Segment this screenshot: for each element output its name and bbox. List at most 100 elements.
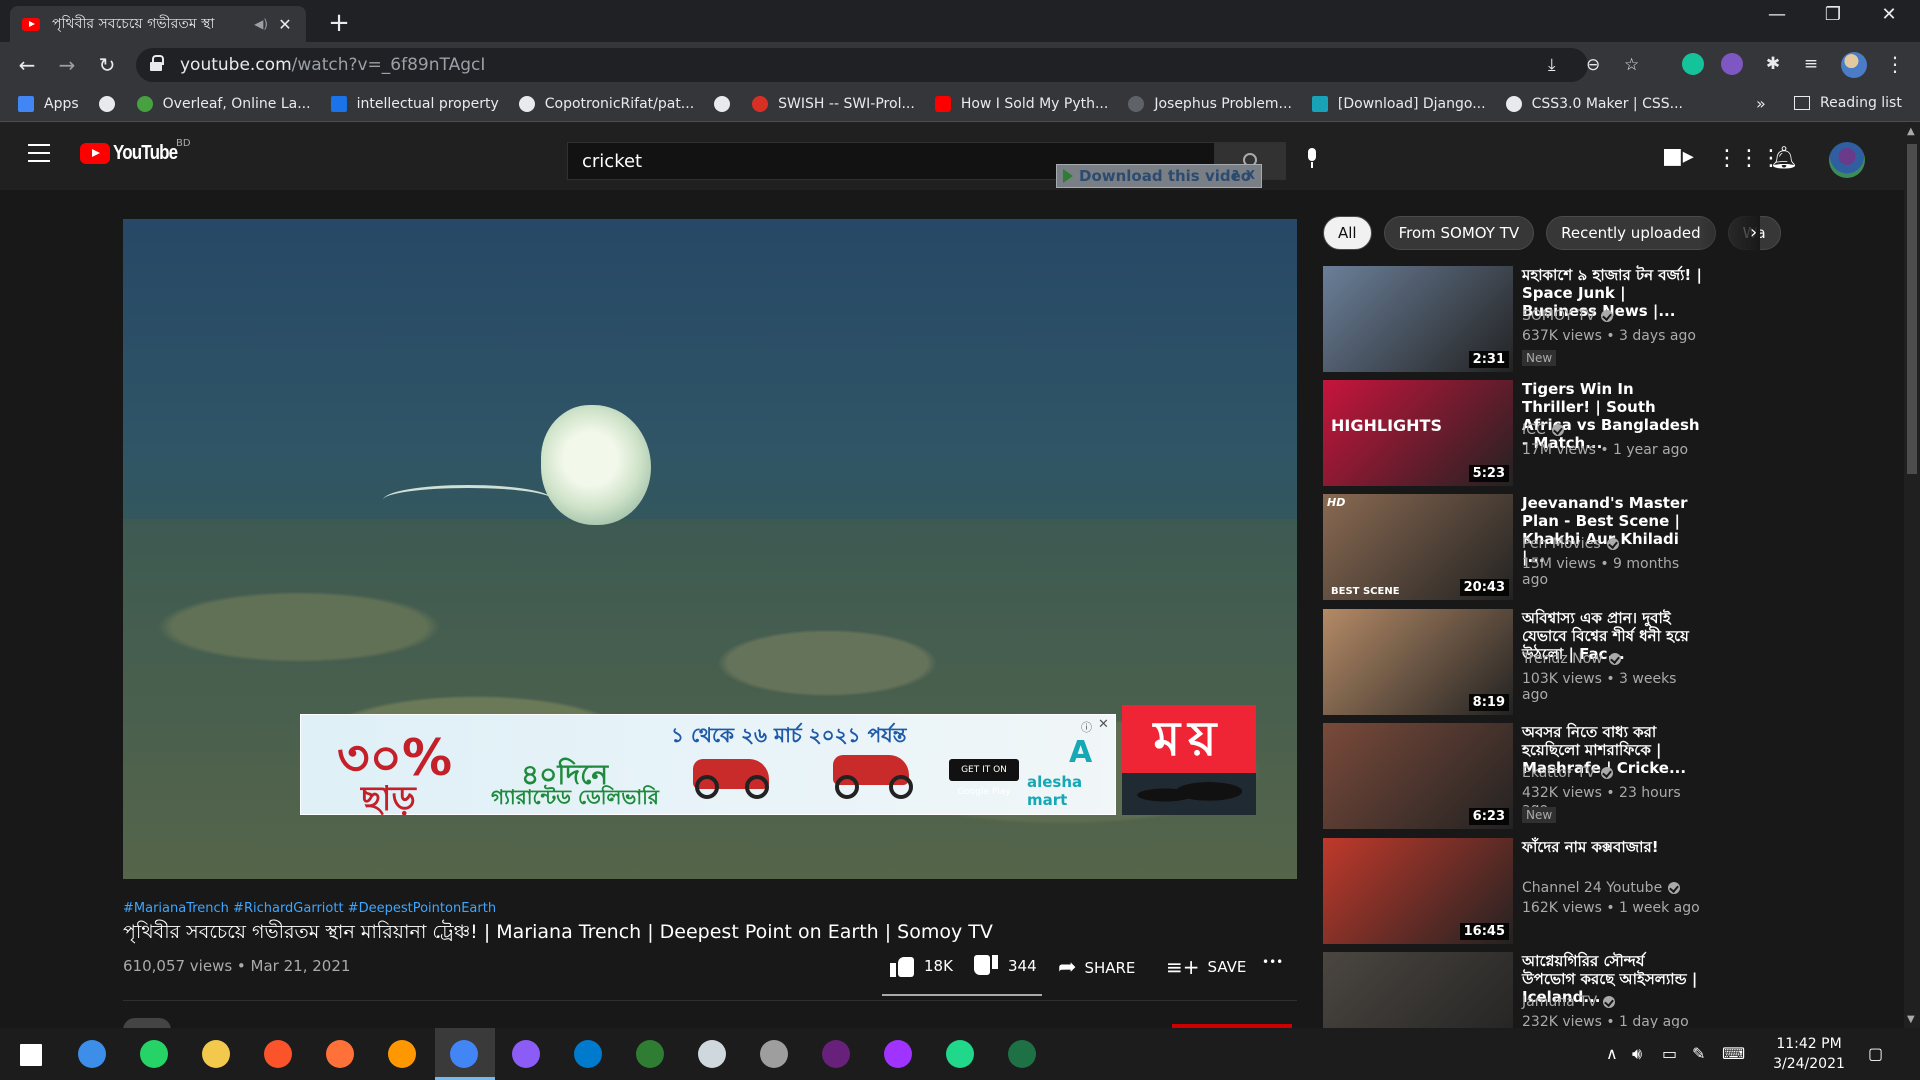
recommendation-item[interactable]: 8:19 অবিশ্বাস্য এক প্রান। দুবাই যেভাবে ব… <box>1323 609 1703 715</box>
bookmark-youtube[interactable]: How I Sold My Pyth... <box>934 96 1108 112</box>
recommendation-thumbnail[interactable]: 16:45 <box>1323 838 1513 944</box>
bookmarks-overflow-button[interactable]: » <box>1756 94 1766 113</box>
zoom-icon[interactable]: ⊖ <box>1586 55 1600 75</box>
recommendation-item[interactable]: 2:31 মহাকাশে ৯ হাজার টন বর্জ্য! | Space … <box>1323 266 1703 372</box>
back-button[interactable]: ← <box>12 50 42 80</box>
chips-next-icon[interactable]: › <box>1750 222 1757 243</box>
scrollbar-thumb[interactable] <box>1907 144 1917 474</box>
recommendation-thumbnail[interactable]: BEST SCENE HD 20:43 <box>1323 494 1513 600</box>
bookmark-apps[interactable]: Apps <box>18 96 79 112</box>
download-close-button[interactable]: X <box>1246 168 1255 182</box>
recommendation-thumbnail[interactable]: 2:31 <box>1323 266 1513 372</box>
media-control-icon[interactable]: ≡ <box>1796 49 1826 79</box>
file-explorer-icon[interactable] <box>202 1040 230 1068</box>
chip-recently-uploaded[interactable]: Recently uploaded <box>1546 216 1716 250</box>
bookmark-globe-1[interactable] <box>98 96 125 112</box>
grammarly-extension-icon[interactable] <box>1682 53 1704 75</box>
recommendation-channel[interactable]: Pen Movies <box>1522 536 1619 552</box>
audio-playing-icon[interactable]: ◀) <box>254 17 268 31</box>
minimize-button[interactable]: — <box>1754 4 1800 25</box>
share-button[interactable]: ➦ SHARE <box>1058 955 1135 980</box>
user-avatar[interactable] <box>1829 142 1865 178</box>
taskbar-clock[interactable]: 11:42 PM 3/24/2021 <box>1764 1034 1854 1074</box>
recommendation-thumbnail[interactable]: HIGHLIGHTS 5:23 <box>1323 380 1513 486</box>
recommendation-channel[interactable]: ICC <box>1522 422 1564 438</box>
globe-app-icon[interactable] <box>636 1040 664 1068</box>
ad-info-icon[interactable]: ⓘ <box>1081 719 1092 735</box>
browser-tab-active[interactable]: পৃথিবীর সবচেয়ে গভীরতম স্থা ◀) ✕ <box>10 6 306 42</box>
scroll-up-icon[interactable]: ▲ <box>1907 126 1915 137</box>
spreadsheet-icon[interactable] <box>1008 1040 1036 1068</box>
more-actions-button[interactable]: ••• <box>1262 955 1283 969</box>
inkscape-icon[interactable] <box>760 1040 788 1068</box>
bookmark-intellectual-property[interactable]: intellectual property <box>330 96 499 112</box>
forward-button[interactable]: → <box>52 50 82 80</box>
notifications-bell-icon[interactable]: 🔔︎ <box>1770 146 1798 171</box>
download-video-bar[interactable]: Download this video ? X <box>1056 164 1262 188</box>
notification-center-icon[interactable]: ▢ <box>1868 1044 1883 1063</box>
chrome-menu-icon[interactable]: ⋮ <box>1885 52 1905 76</box>
ad-close-icon[interactable]: ✕ <box>1098 717 1109 732</box>
tab-close-icon[interactable]: ✕ <box>276 15 294 34</box>
close-window-button[interactable]: ✕ <box>1866 4 1912 25</box>
recommendation-thumbnail[interactable]: 8:19 <box>1323 609 1513 715</box>
refresh-app-icon[interactable] <box>78 1040 106 1068</box>
github-desktop-icon[interactable] <box>512 1040 540 1068</box>
reload-button[interactable]: ↻ <box>92 50 122 80</box>
chip-all[interactable]: All <box>1323 216 1372 250</box>
sublime-icon[interactable] <box>388 1040 416 1068</box>
like-button[interactable]: 18K <box>890 955 953 977</box>
reading-list-button[interactable]: Reading list <box>1794 95 1902 111</box>
microphone-icon[interactable] <box>1306 148 1318 168</box>
paint-icon[interactable] <box>698 1040 726 1068</box>
messenger-icon[interactable] <box>884 1040 912 1068</box>
chrome-icon[interactable] <box>450 1040 478 1068</box>
overlay-ad[interactable]: ৩০% ছাড় ১ থেকে ২৬ মার্চ ২০২১ পর্যন্ত ৪০… <box>300 714 1116 819</box>
dislike-button[interactable]: 344 <box>974 955 1037 977</box>
bookmark-django[interactable]: [Download] Django... <box>1311 96 1486 112</box>
save-button[interactable]: ≡+ SAVE <box>1166 955 1246 979</box>
recommendation-thumbnail[interactable]: 6:23 <box>1323 723 1513 829</box>
pen-icon[interactable]: ✎ <box>1692 1044 1705 1063</box>
download-help-button[interactable]: ? <box>1232 168 1239 182</box>
extensions-puzzle-icon[interactable]: ✱ <box>1758 49 1788 79</box>
tray-chevron-icon[interactable]: ∧ <box>1606 1044 1618 1063</box>
bookmark-swish[interactable]: SWISH -- SWI-Prol... <box>752 96 915 112</box>
recommendation-channel[interactable]: Trendz Now <box>1522 651 1621 667</box>
pycharm-icon[interactable] <box>946 1040 974 1068</box>
bookmark-star-icon[interactable]: ☆ <box>1624 55 1639 75</box>
scroll-down-icon[interactable]: ▼ <box>1907 1014 1915 1025</box>
recommendation-channel[interactable]: Ekattor TV <box>1522 765 1614 781</box>
bookmark-globe-2[interactable] <box>714 96 740 112</box>
bookmark-css-maker[interactable]: CSS3.0 Maker | CSS... <box>1505 96 1683 112</box>
keyboard-icon[interactable]: ⌨ <box>1722 1044 1745 1063</box>
extension-icon[interactable] <box>1721 53 1743 75</box>
bookmark-github[interactable]: CopotronicRifat/pat... <box>518 96 694 112</box>
firefox-icon[interactable] <box>326 1040 354 1068</box>
new-tab-button[interactable]: + <box>324 8 354 38</box>
visual-studio-icon[interactable] <box>822 1040 850 1068</box>
google-play-badge[interactable]: GET IT ON Google Play <box>949 759 1019 797</box>
whatsapp-icon[interactable] <box>140 1040 168 1068</box>
video-hashtags[interactable]: #MarianaTrench #RichardGarriott #Deepest… <box>123 901 496 916</box>
windows-start-icon[interactable] <box>20 1044 42 1066</box>
recommendation-item[interactable]: 6:23 অবসর নিতে বাধ্য করা হয়েছিলো মাশরাফ… <box>1323 723 1703 829</box>
lock-icon[interactable] <box>150 55 164 71</box>
restore-button[interactable]: ❐ <box>1810 4 1856 25</box>
brave-icon[interactable] <box>264 1040 292 1068</box>
recommendation-item[interactable]: HIGHLIGHTS 5:23 Tigers Win In Thriller! … <box>1323 380 1703 486</box>
hamburger-menu-icon[interactable] <box>28 144 50 162</box>
address-bar[interactable]: youtube.com/watch?v=_6f89nTAgcI ⤓ ⊖ ☆ <box>136 48 1639 82</box>
install-app-icon[interactable]: ⤓ <box>1548 55 1556 75</box>
vscode-icon[interactable] <box>574 1040 602 1068</box>
bookmark-josephus[interactable]: Josephus Problem... <box>1128 96 1292 112</box>
chip-from-somoy-tv[interactable]: From SOMOY TV <box>1383 216 1535 250</box>
recommendation-channel[interactable]: Jamuna TV <box>1522 994 1616 1010</box>
network-icon[interactable]: ▭ <box>1662 1044 1677 1063</box>
recommendation-item[interactable]: BEST SCENE HD 20:43 Jeevanand's Master Pl… <box>1323 494 1703 600</box>
recommendation-item[interactable]: 16:45 ফাঁদের নাম কক্সবাজার! Channel 24 Y… <box>1323 838 1703 944</box>
volume-icon[interactable]: 🔊︎ <box>1632 1044 1642 1064</box>
recommendation-channel[interactable]: SOMOY TV <box>1522 308 1614 324</box>
recommendation-title[interactable]: ফাঁদের নাম কক্সবাজার! <box>1522 838 1702 856</box>
chrome-profile-avatar[interactable] <box>1841 52 1867 78</box>
